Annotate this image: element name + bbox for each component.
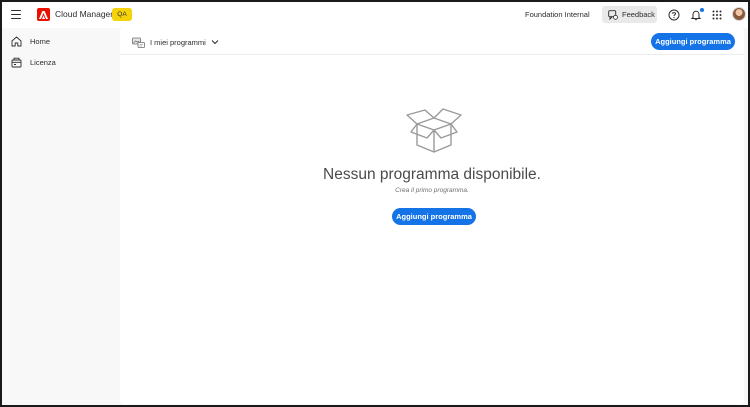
license-icon [11,57,22,67]
sidebar-item-label: Home [30,36,51,46]
org-switcher[interactable]: Foundation Internal [525,10,590,19]
help-icon[interactable] [668,9,680,21]
feedback-icon [608,9,618,20]
sidebar-item-label: Licenza [30,57,56,67]
sidebar: Home Licenza [2,28,120,405]
avatar[interactable] [732,7,746,21]
main-panel: I miei programmi Aggiungi programma Ness… [120,28,744,404]
home-icon [11,36,22,46]
empty-box-icon [406,108,462,153]
apps-grid-icon[interactable] [711,9,723,21]
adobe-logo-icon [37,8,50,21]
sidebar-item-home[interactable]: Home [6,31,116,51]
menu-icon[interactable] [11,10,21,19]
app-title[interactable]: Cloud Manager [55,9,113,19]
notification-indicator [699,7,705,13]
empty-state-add-program-button[interactable]: Aggiungi programma [392,208,476,225]
empty-state-title: Nessun programma disponibile. [323,166,541,183]
chevron-down-icon [211,40,219,45]
environment-badge: QA [112,8,132,21]
sidebar-item-licenza[interactable]: Licenza [6,52,116,72]
programs-icon [132,37,145,48]
add-program-button[interactable]: Aggiungi programma [651,33,735,50]
empty-state-subtitle: Crea il primo programma. [395,187,469,194]
feedback-label: Feedback [622,10,655,19]
panel-header: I miei programmi Aggiungi programma [120,28,744,55]
program-picker[interactable]: I miei programmi [132,35,219,49]
app-window: Cloud Manager QA Foundation Internal Fee… [0,0,750,407]
top-bar: Cloud Manager QA Foundation Internal Fee… [2,2,748,28]
feedback-button[interactable]: Feedback [602,6,657,23]
program-picker-label: I miei programmi [150,37,206,47]
